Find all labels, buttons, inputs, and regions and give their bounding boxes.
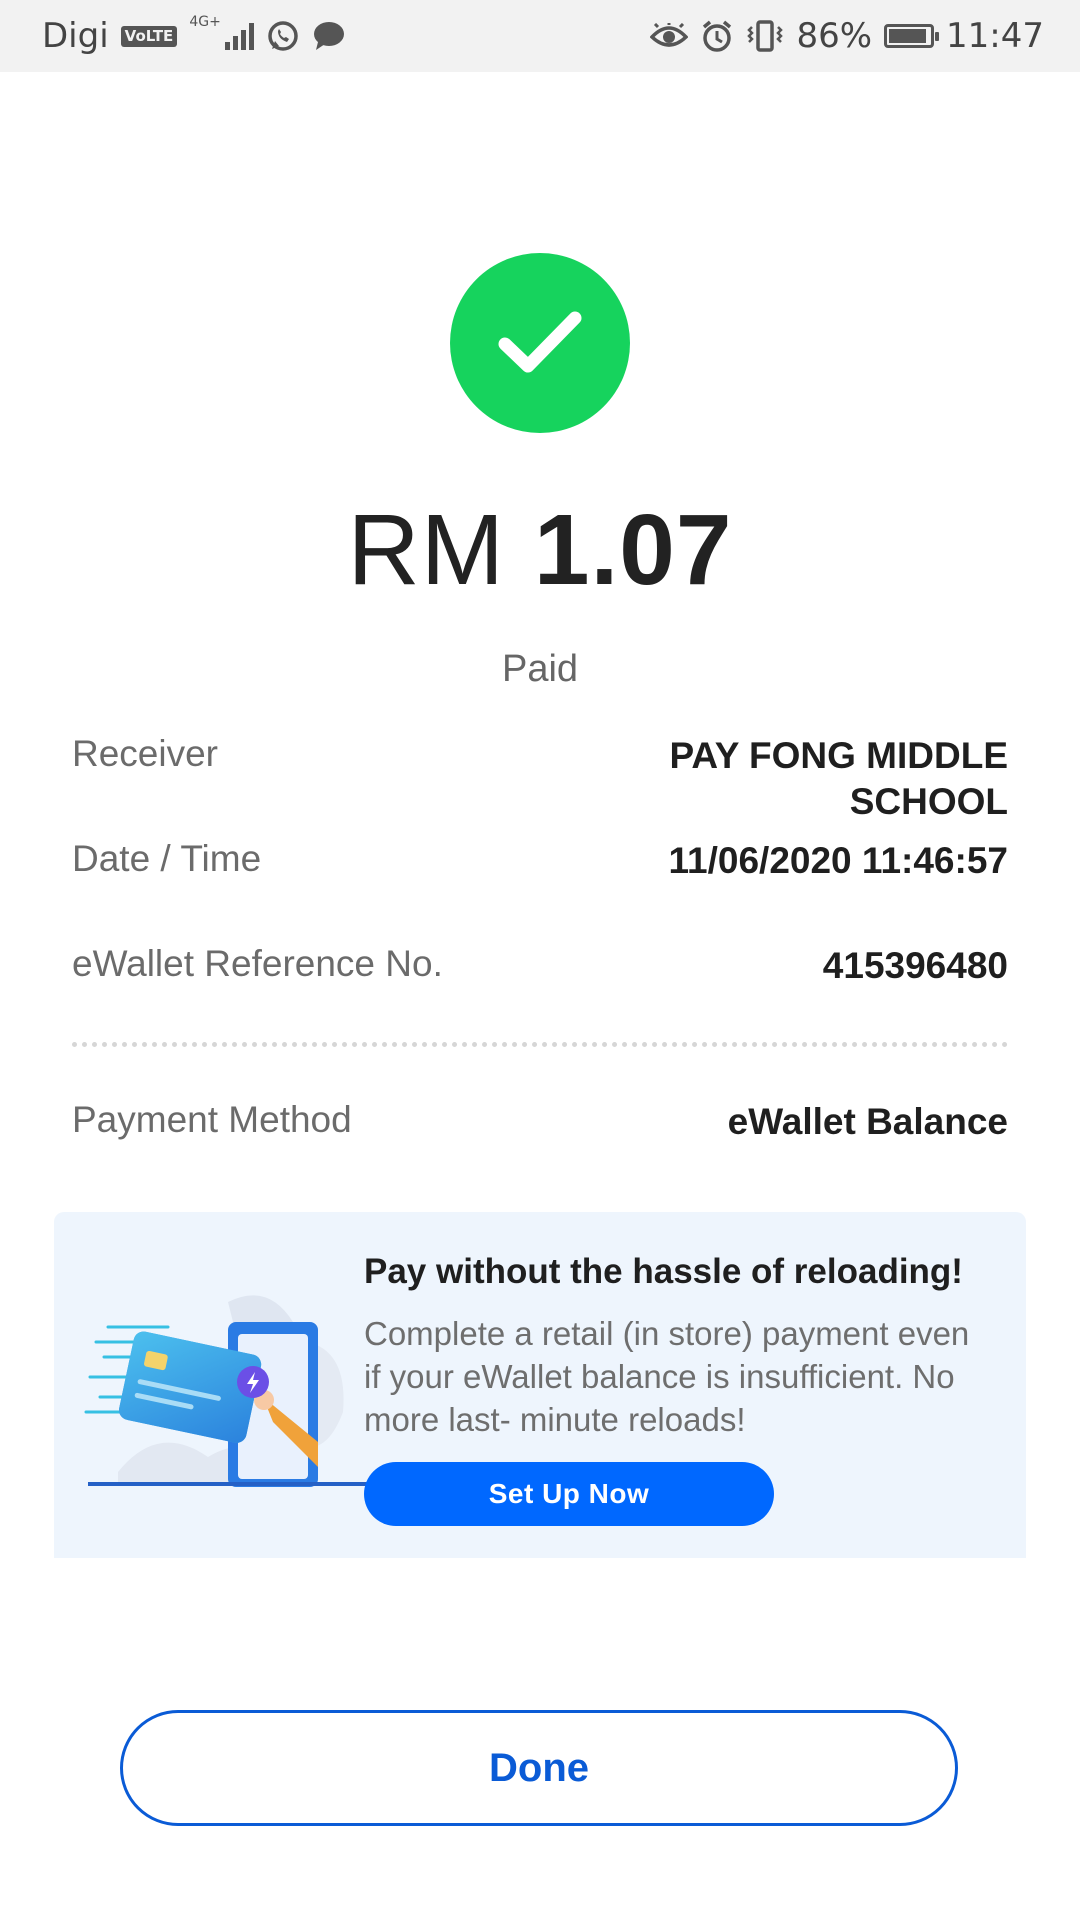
amount-value: 1.07 [533,494,733,606]
battery-percent: 86% [796,16,873,56]
whatsapp-icon [268,21,298,51]
payment-method-value: eWallet Balance [727,1101,1008,1142]
alarm-icon [703,20,732,52]
payment-status: Paid [501,648,579,690]
set-up-now-button[interactable]: Set Up Now [364,1462,774,1526]
volte-icon: VoLTE [120,25,178,47]
network-type: 4G+ [189,14,221,30]
reference-label: eWallet Reference No. [72,943,443,984]
done-button[interactable]: Done [120,1710,958,1826]
payment-amount: RM 1.07 [0,495,1080,605]
status-bar: Digi VoLTE 4G+ 86% 11:47 [0,0,1080,72]
promo-description: Complete a retail (in store) payment eve… [364,1315,970,1438]
battery-icon [884,24,940,48]
vibrate-icon [747,20,784,52]
signal-icon [224,22,254,50]
receiver-label: Receiver [72,733,218,774]
datetime-value: 11/06/2020 11:46:57 [668,840,1009,881]
datetime-label: Date / Time [72,838,262,879]
card-payment-illustration-icon [84,1295,388,1487]
receiver-value: PAY FONG MIDDLE SCHOOL [669,733,1008,825]
dotted-divider [72,1042,1008,1047]
payment-method-label: Payment Method [72,1099,352,1140]
promo-title: Pay without the hassle of reloading! [364,1252,963,1291]
promo-card: Pay without the hassle of reloading! Com… [54,1212,1026,1558]
receiver-value-line1: PAY FONG MIDDLE [669,735,1008,776]
reference-row: eWallet Reference No. 415396480 [72,943,1008,993]
eye-icon [650,23,689,47]
payment-method-row: Payment Method eWallet Balance [72,1099,1008,1149]
receiver-row: Receiver PAY FONG MIDDLE SCHOOL [72,733,1008,833]
datetime-row: Date / Time 11/06/2020 11:46:57 [72,838,1008,888]
receiver-value-line2: SCHOOL [849,781,1008,822]
clock: 11:47 [946,16,1044,56]
carrier-name: Digi [42,16,109,56]
reference-value: 415396480 [822,945,1008,986]
currency-label: RM [347,494,506,606]
message-icon [313,22,344,50]
success-check-icon [450,253,630,433]
